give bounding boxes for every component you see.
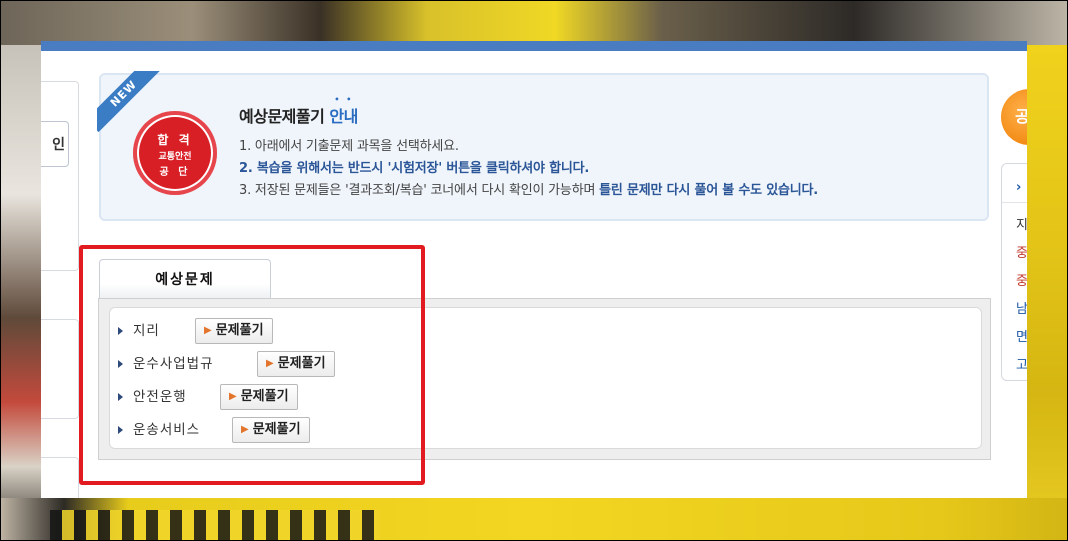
arrow-right-icon: ▶ — [204, 325, 212, 336]
subject-name: 운수사업법규 — [133, 356, 214, 372]
tab-expected-questions[interactable]: 예상문제 — [99, 259, 271, 299]
triangle-bullet-icon — [118, 393, 123, 401]
orange-circle-button[interactable]: 공 — [1001, 89, 1027, 145]
guide-line-3: 3. 저장된 문제들은 '결과조회/복습' 코너에서 다시 확인이 가능하며 틀… — [239, 183, 819, 198]
triangle-bullet-icon — [118, 327, 123, 335]
guide-line-2: 2. 복습을 위해서는 반드시 '시험저장' 버튼을 클릭하셔야 합니다. — [239, 161, 590, 176]
solve-button-transport-service[interactable]: ▶ 문제풀기 — [232, 417, 310, 443]
subject-panel: 지리 ▶ 문제풀기 운수사업법규 ▶ 문제풀기 안전운행 ▶ 문제풀기 운송서비스 ▶… — [98, 298, 991, 460]
list-item: 안전운행 ▶ 문제풀기 — [118, 384, 298, 410]
guide-line-1: 1. 아래에서 기출문제 과목을 선택하세요. — [239, 139, 459, 154]
pass-seal-icon: 합 격 교통안전 공 단 — [133, 111, 217, 195]
subject-list: 지리 ▶ 문제풀기 운수사업법규 ▶ 문제풀기 안전운행 ▶ 문제풀기 운송서비스 ▶… — [109, 307, 982, 449]
triangle-bullet-icon — [118, 426, 123, 434]
right-link[interactable]: 지 — [1016, 214, 1027, 233]
triangle-bullet-icon — [118, 360, 123, 368]
right-link[interactable]: 남 — [1016, 298, 1027, 317]
right-clipped-panel: › 지 중 중 남 면 고 — [1001, 163, 1027, 381]
list-item: 지리 ▶ 문제풀기 — [118, 318, 273, 344]
right-panel-chevron-icon: › — [1016, 180, 1022, 195]
right-link[interactable]: 중 — [1016, 270, 1027, 289]
subject-name: 지리 — [133, 323, 160, 339]
arrow-right-icon: ▶ — [241, 424, 249, 435]
right-link[interactable]: 면 — [1016, 326, 1027, 345]
solve-button-safe-driving[interactable]: ▶ 문제풀기 — [220, 384, 298, 410]
subject-name: 운송서비스 — [133, 422, 201, 438]
list-item: 운수사업법규 ▶ 문제풀기 — [118, 351, 335, 377]
right-link[interactable]: 중 — [1016, 242, 1027, 261]
guide-box: NEW 합 격 교통안전 공 단 예상문제풀기 안내 1. 아래에서 기출문제 … — [97, 71, 989, 221]
exam-window: 인 NEW 합 격 교통안전 공 단 예상문제풀기 안내 1. 아래에서 기출문… — [41, 41, 1027, 498]
solve-button-transport-law[interactable]: ▶ 문제풀기 — [257, 351, 335, 377]
left-clipped-panel: 인 — [41, 81, 79, 498]
subject-name: 안전운행 — [133, 389, 187, 405]
list-item: 운송서비스 ▶ 문제풀기 — [118, 417, 310, 443]
arrow-right-icon: ▶ — [266, 358, 274, 369]
left-tab-button[interactable]: 인 — [41, 121, 69, 167]
guide-title: 예상문제풀기 안내 — [239, 103, 358, 127]
arrow-right-icon: ▶ — [229, 391, 237, 402]
solve-button-geography[interactable]: ▶ 문제풀기 — [195, 318, 273, 344]
right-link[interactable]: 고 — [1016, 354, 1027, 373]
